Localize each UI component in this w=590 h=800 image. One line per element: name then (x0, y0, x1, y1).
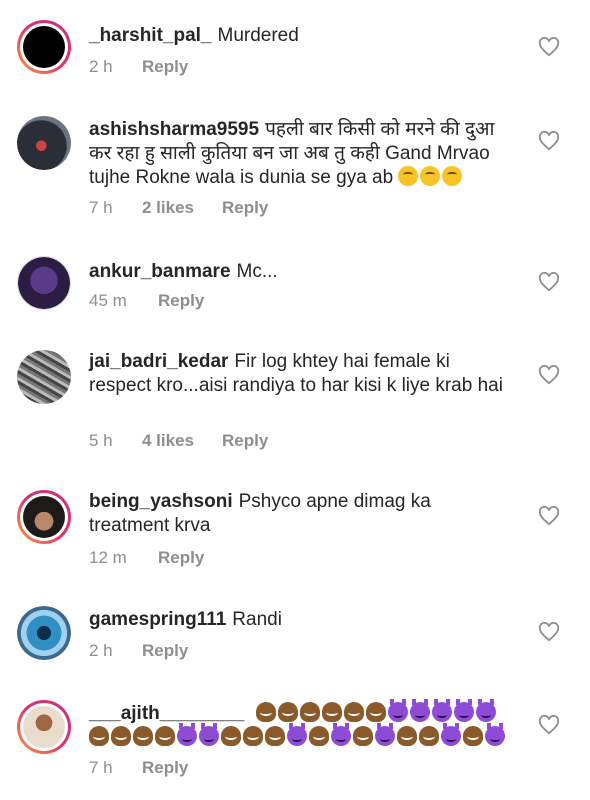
heart-icon[interactable] (538, 622, 560, 642)
poop-icon (89, 726, 109, 746)
heart-icon[interactable] (538, 37, 560, 57)
poop-icon (265, 726, 285, 746)
comment-time: 5 h (89, 431, 113, 450)
reply-button[interactable]: Reply (222, 431, 268, 451)
devil-icon (387, 699, 408, 722)
heart-icon[interactable] (538, 272, 560, 292)
comment-time: 7 h (89, 758, 113, 777)
comment-time: 2 h (89, 57, 113, 76)
avatar[interactable] (17, 606, 71, 660)
comment-username[interactable]: ___ajith________ (89, 703, 244, 724)
devil-icon (375, 723, 395, 746)
avatar[interactable] (17, 350, 71, 404)
poop-icon (155, 726, 175, 746)
reply-button[interactable]: Reply (142, 641, 188, 661)
poop-icon (365, 702, 386, 722)
poop-icon (463, 726, 483, 746)
comment-username[interactable]: _harshit_pal_ (89, 25, 212, 46)
devil-icon (453, 699, 474, 722)
comment-username[interactable]: gamespring111 (89, 609, 226, 630)
devil-icon (441, 723, 461, 746)
crying-face-icon (420, 166, 441, 186)
reply-button[interactable]: Reply (158, 548, 204, 568)
poop-icon (419, 726, 439, 746)
poop-icon (309, 726, 329, 746)
avatar[interactable] (17, 116, 71, 170)
poop-icon (277, 702, 298, 722)
poop-icon (321, 702, 342, 722)
reply-button[interactable]: Reply (222, 198, 268, 218)
heart-icon[interactable] (538, 131, 560, 151)
crying-face-icon (398, 166, 419, 186)
comment-time: 45 m (89, 291, 127, 310)
avatar[interactable] (17, 20, 71, 74)
comment-text: Mc... (236, 261, 278, 282)
devil-icon (431, 699, 452, 722)
poop-icon (221, 726, 241, 746)
poop-icon (255, 702, 276, 722)
avatar[interactable] (17, 256, 71, 310)
devil-icon (177, 723, 197, 746)
poop-icon (111, 726, 131, 746)
devil-icon (409, 699, 430, 722)
devil-icon (199, 723, 219, 746)
comment-username[interactable]: being_yashsoni (89, 491, 233, 512)
comment-time: 12 m (89, 548, 127, 567)
poop-icon (353, 726, 373, 746)
likes-count[interactable]: 4 likes (142, 431, 222, 451)
poop-icon (299, 702, 320, 722)
devil-icon (331, 723, 351, 746)
poop-icon (243, 726, 263, 746)
comment-username[interactable]: jai_badri_kedar (89, 351, 228, 372)
crying-face-icon (442, 166, 463, 186)
comment-time: 7 h (89, 198, 113, 217)
comment-username[interactable]: ashishsharma9595 (89, 119, 259, 140)
devil-icon (475, 699, 496, 722)
comment-time: 2 h (89, 641, 113, 660)
reply-button[interactable]: Reply (142, 57, 188, 77)
heart-icon[interactable] (538, 715, 560, 735)
reply-button[interactable]: Reply (158, 291, 204, 311)
poop-icon (133, 726, 153, 746)
comment-text: Randi (232, 609, 282, 630)
heart-icon[interactable] (538, 506, 560, 526)
crying-emoji-group (398, 166, 464, 188)
devil-icon (485, 723, 505, 746)
comment-text: Murdered (217, 25, 299, 46)
likes-count[interactable]: 2 likes (142, 198, 222, 218)
avatar[interactable] (17, 700, 71, 754)
comment-username[interactable]: ankur_banmare (89, 261, 231, 282)
poop-icon (343, 702, 364, 722)
heart-icon[interactable] (538, 365, 560, 385)
avatar[interactable] (17, 490, 71, 544)
devil-icon (287, 723, 307, 746)
poop-icon (397, 726, 417, 746)
reply-button[interactable]: Reply (142, 758, 188, 778)
